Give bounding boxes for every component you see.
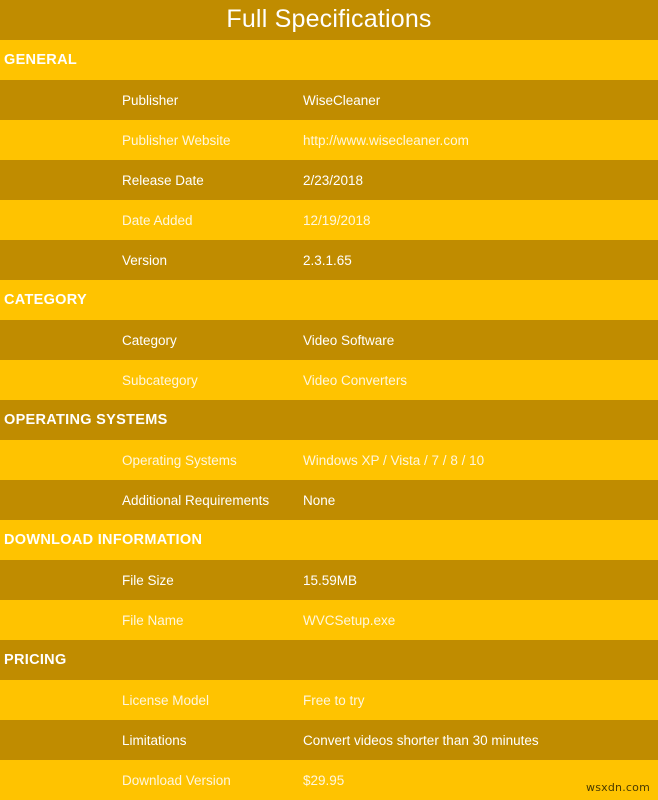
spec-label: Date Added: [122, 212, 193, 228]
watermark: wsxdn.com: [586, 781, 650, 794]
section-header-label: OPERATING SYSTEMS: [4, 412, 168, 428]
spec-label: Download Version: [122, 772, 231, 788]
spec-value: 12/19/2018: [303, 212, 371, 228]
spec-label: Publisher: [122, 92, 179, 108]
spec-row: Category Video Software: [0, 320, 658, 360]
spec-label: License Model: [122, 692, 210, 708]
spec-row: File Name WVCSetup.exe: [0, 600, 658, 640]
spec-value: 2/23/2018: [303, 172, 364, 188]
spec-label: Limitations: [122, 732, 187, 748]
spec-label: File Size: [122, 572, 174, 588]
spec-value: Free to try: [303, 692, 365, 708]
section-header-row: PRICING: [0, 640, 658, 680]
section-header-row: DOWNLOAD INFORMATION: [0, 520, 658, 560]
page-title: Full Specifications: [226, 4, 432, 33]
spec-value: http://www.wisecleaner.com: [303, 132, 469, 148]
section-header-row: GENERAL: [0, 40, 658, 80]
spec-row: File Size 15.59MB: [0, 560, 658, 600]
page-title-band: Full Specifications: [0, 0, 658, 40]
spec-value: WVCSetup.exe: [303, 612, 396, 628]
spec-value: 15.59MB: [303, 572, 358, 588]
section-header-label: PRICING: [4, 652, 67, 668]
spec-row: Publisher Website http://www.wisecleaner.…: [0, 120, 658, 160]
spec-value: Convert videos shorter than 30 minutes: [303, 732, 539, 748]
section-header-row: CATEGORY: [0, 280, 658, 320]
spec-value: Video Software: [303, 332, 395, 348]
full-specifications-panel: Full Specifications GENERAL Publisher Wise…: [0, 0, 658, 800]
spec-label: Version: [122, 252, 168, 268]
section-header-label: GENERAL: [4, 52, 77, 68]
spec-value: 2.3.1.65: [303, 252, 352, 268]
spec-row: Date Added 12/19/2018: [0, 200, 658, 240]
spec-label: Release Date: [122, 172, 204, 188]
spec-row: Operating Systems Windows XP / Vista / 7 …: [0, 440, 658, 480]
specifications-table: GENERAL Publisher WiseCleaner Publisher Web…: [0, 40, 658, 800]
spec-label: Operating Systems: [122, 452, 237, 468]
spec-row: Additional Requirements None: [0, 480, 658, 520]
spec-row: Subcategory Video Converters: [0, 360, 658, 400]
section-header-label: CATEGORY: [4, 292, 87, 308]
spec-row: Limitations Convert videos shorter than 3…: [0, 720, 658, 760]
spec-row: Release Date 2/23/2018: [0, 160, 658, 200]
spec-row: Download Version $29.95: [0, 760, 658, 800]
spec-row: Publisher WiseCleaner: [0, 80, 658, 120]
spec-label: File Name: [122, 612, 184, 628]
spec-value: WiseCleaner: [303, 92, 381, 108]
spec-label: Subcategory: [122, 372, 198, 388]
spec-row: Version 2.3.1.65: [0, 240, 658, 280]
section-header-label: DOWNLOAD INFORMATION: [4, 532, 203, 548]
spec-label: Additional Requirements: [122, 492, 270, 508]
spec-row: License Model Free to try: [0, 680, 658, 720]
spec-value: Video Converters: [303, 372, 408, 388]
spec-value: None: [303, 492, 336, 508]
spec-label: Category: [122, 332, 177, 348]
section-header-row: OPERATING SYSTEMS: [0, 400, 658, 440]
spec-label: Publisher Website: [122, 132, 231, 148]
spec-value: Windows XP / Vista / 7 / 8 / 10: [303, 452, 485, 468]
